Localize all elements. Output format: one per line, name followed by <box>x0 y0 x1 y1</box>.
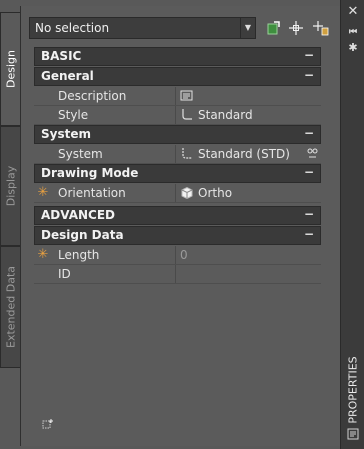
section-drawing-mode[interactable]: Drawing Mode − <box>34 164 321 183</box>
prop-name: System <box>58 147 103 161</box>
prop-value: Standard (STD) <box>198 147 290 161</box>
section-drawing-mode-label: Drawing Mode <box>41 166 139 180</box>
prop-name: ID <box>58 267 71 281</box>
prop-value-cell[interactable]: Ortho <box>175 184 322 202</box>
prop-row-orientation[interactable]: ✳ Orientation Ortho <box>34 184 321 203</box>
prop-name: Description <box>58 89 127 103</box>
section-advanced[interactable]: ADVANCED − <box>34 206 321 225</box>
tab-extended-data[interactable]: Extended Data <box>0 246 20 368</box>
collapse-icon[interactable]: − <box>304 68 314 82</box>
prop-value: Standard <box>198 108 253 122</box>
prop-value: 0 <box>180 248 188 262</box>
collapse-icon[interactable]: − <box>304 48 314 62</box>
section-system-label: System <box>41 127 91 141</box>
prop-value: Ortho <box>198 186 233 200</box>
properties-icon <box>347 428 359 440</box>
tab-extended-data-label: Extended Data <box>4 265 17 349</box>
description-edit-icon[interactable] <box>180 89 193 102</box>
palette-title-bar[interactable]: ✕ ⏮ ✱ PROPERTIES <box>340 0 364 449</box>
section-advanced-label: ADVANCED <box>41 208 116 222</box>
system-properties-icon[interactable] <box>307 148 318 159</box>
section-general[interactable]: General − <box>34 67 321 86</box>
collapse-icon[interactable]: − <box>304 207 314 221</box>
ortho-cube-icon <box>181 186 193 199</box>
prop-value-cell[interactable]: Standard (STD) <box>175 145 322 163</box>
required-star-icon: ✳ <box>37 185 49 200</box>
auto-hide-icon[interactable]: ⏮ <box>347 26 359 38</box>
section-system[interactable]: System − <box>34 125 321 144</box>
settings-icon[interactable]: ✱ <box>347 42 359 54</box>
prop-value-cell[interactable] <box>175 265 322 283</box>
prop-name: Style <box>58 108 89 122</box>
prop-name: Orientation <box>58 186 126 200</box>
collapse-icon[interactable]: − <box>304 126 314 140</box>
section-basic[interactable]: BASIC − <box>34 47 321 66</box>
prop-row-description[interactable]: Description <box>34 87 321 106</box>
prop-name: Length <box>58 248 100 262</box>
tab-display[interactable]: Display <box>0 126 20 246</box>
properties-palette: Design Display Extended Data No selectio… <box>0 0 364 449</box>
section-design-data[interactable]: Design Data − <box>34 226 321 245</box>
pickadd-icon[interactable] <box>313 20 329 36</box>
required-star-icon: ✳ <box>37 247 49 262</box>
tab-display-label: Display <box>4 165 17 207</box>
style-icon <box>182 109 192 120</box>
tab-design-label: Design <box>4 50 17 88</box>
prop-row-id[interactable]: ID <box>34 265 321 284</box>
system-icon <box>182 148 192 159</box>
property-grid: BASIC − General − Description Style Stan… <box>34 47 321 284</box>
close-icon[interactable]: ✕ <box>347 5 359 18</box>
selection-dropdown[interactable]: No selection ▼ <box>29 17 256 39</box>
prop-value-cell[interactable]: Standard <box>175 106 322 124</box>
palette-options-icon[interactable] <box>42 418 54 430</box>
prop-value-cell[interactable]: 0 <box>175 246 322 264</box>
prop-row-length[interactable]: ✳ Length 0 <box>34 246 321 265</box>
quick-select-icon[interactable] <box>266 20 282 36</box>
palette-title: PROPERTIES <box>346 356 360 424</box>
selection-value: No selection <box>35 21 110 35</box>
collapse-icon[interactable]: − <box>304 165 314 179</box>
tab-design[interactable]: Design <box>0 12 20 126</box>
section-basic-label: BASIC <box>41 49 82 63</box>
section-design-data-label: Design Data <box>41 228 124 242</box>
prop-value-cell[interactable] <box>175 87 322 105</box>
collapse-icon[interactable]: − <box>304 227 314 241</box>
section-general-label: General <box>41 69 94 83</box>
prop-row-system[interactable]: System Standard (STD) <box>34 145 321 164</box>
prop-row-style[interactable]: Style Standard <box>34 106 321 125</box>
select-objects-icon[interactable] <box>288 20 304 36</box>
chevron-down-icon[interactable]: ▼ <box>240 18 255 38</box>
